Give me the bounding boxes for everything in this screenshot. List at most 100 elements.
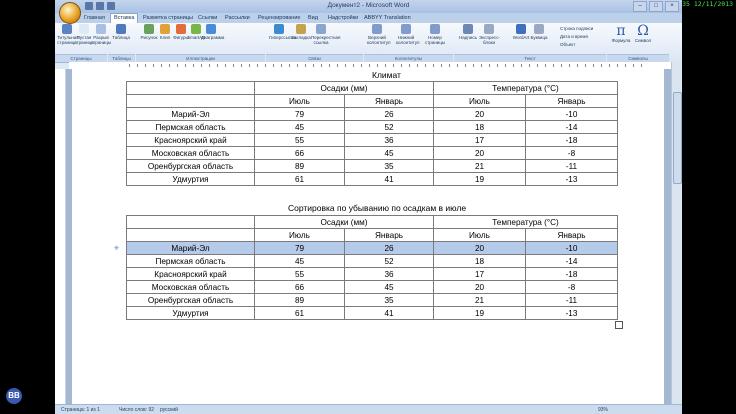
ribbon-button-table[interactable]: Таблица (111, 24, 131, 40)
table-cell[interactable]: 55 (254, 133, 345, 147)
table-row[interactable]: Пермская область 45 52 18 -14 (126, 254, 619, 268)
language-indicator[interactable]: русский (160, 407, 178, 413)
table-cell[interactable]: 45 (344, 146, 434, 160)
table-header-cell[interactable]: Осадки (мм) (254, 215, 434, 229)
object-button[interactable]: Объект (560, 42, 575, 47)
ribbon-button-quick-parts[interactable]: Экспресс-блоки (479, 24, 500, 45)
vertical-scrollbar[interactable] (671, 62, 682, 404)
table-cell[interactable]: Марий-Эл (126, 107, 255, 121)
maximize-button[interactable]: □ (649, 1, 663, 12)
table-row[interactable]: Оренбургская область 89 35 21 -11 (126, 159, 619, 173)
sorted-climate-table[interactable]: Осадки (мм) Температура (°С) Июль Январь Июл… (126, 215, 619, 320)
table-cell[interactable]: Пермская область (126, 254, 255, 268)
table-cell[interactable]: Красноярский край (126, 133, 255, 147)
page-count[interactable]: Страница: 1 из 1 (61, 407, 100, 413)
table-row[interactable]: Красноярский край 55 36 17 -18 (126, 267, 619, 281)
scrollbar-thumb[interactable] (673, 92, 682, 184)
table-cell[interactable]: -10 (524, 241, 619, 255)
zoom-level[interactable]: 93% (598, 407, 608, 413)
table-move-handle-icon[interactable]: ⌖ (114, 243, 119, 254)
table-cell[interactable]: 61 (254, 306, 345, 320)
table-header-cell[interactable]: Июль (433, 94, 526, 108)
table-cell[interactable]: -13 (524, 172, 619, 186)
ribbon-button-header[interactable]: Верхний колонтитул (367, 24, 391, 45)
table-cell[interactable]: 89 (254, 159, 345, 173)
table-cell[interactable]: 89 (254, 293, 345, 307)
table-cell[interactable]: -18 (524, 133, 619, 147)
table-cell[interactable]: 19 (433, 306, 526, 320)
table-cell[interactable]: 79 (254, 241, 345, 255)
table-cell[interactable]: Марий-Эл (126, 241, 255, 255)
tab-home[interactable]: Главная (84, 14, 105, 23)
table-cell[interactable]: -8 (524, 280, 619, 294)
table-row[interactable]: Марий-Эл 79 26 20 -10 (126, 241, 619, 255)
office-button[interactable] (59, 2, 81, 24)
table-cell[interactable]: 17 (433, 133, 526, 147)
climate-table[interactable]: Осадки (мм) Температура (°С) Июль Январь Июл… (126, 81, 619, 186)
table-cell[interactable]: 26 (344, 241, 434, 255)
table-cell[interactable]: 20 (433, 280, 526, 294)
table-cell[interactable]: Красноярский край (126, 267, 255, 281)
table-cell[interactable]: 36 (344, 133, 434, 147)
tab-page-layout[interactable]: Разметка страницы (143, 14, 193, 23)
table-cell[interactable]: 17 (433, 267, 526, 281)
tab-references[interactable]: Ссылки (198, 14, 217, 23)
ribbon-button-page-break[interactable]: Разрыв страницы (91, 24, 111, 45)
ribbon-button-bookmark[interactable]: Закладка (291, 24, 311, 40)
table-cell[interactable]: 18 (433, 254, 526, 268)
table-header-cell[interactable]: Январь (524, 94, 619, 108)
table-header-cell[interactable]: Температура (°С) (432, 81, 619, 95)
table-cell[interactable]: 36 (344, 267, 434, 281)
table-row[interactable]: Московская область 66 45 20 -8 (126, 146, 619, 160)
table-cell[interactable]: -13 (524, 306, 619, 320)
table-cell[interactable]: 61 (254, 172, 345, 186)
table-cell[interactable]: -10 (524, 107, 619, 121)
table-cell[interactable]: 79 (254, 107, 345, 121)
table-row[interactable]: Московская область 66 45 20 -8 (126, 280, 619, 294)
ribbon-button-page-number[interactable]: Номер страницы (425, 24, 445, 45)
ribbon-button-hyperlink[interactable]: Гиперссылка (269, 24, 296, 40)
tab-review[interactable]: Рецензирование (258, 14, 300, 23)
table-cell[interactable]: 21 (433, 293, 526, 307)
vertical-ruler[interactable] (55, 69, 66, 404)
tab-addins[interactable]: Надстройки (328, 14, 358, 23)
table-header-cell[interactable]: Январь (344, 94, 434, 108)
table-row[interactable]: Оренбургская область 89 35 21 -11 (126, 293, 619, 307)
table-cell[interactable]: 66 (254, 280, 345, 294)
table-cell[interactable]: 45 (254, 120, 345, 134)
table-cell[interactable]: Удмуртия (126, 306, 255, 320)
table-cell[interactable]: Оренбургская область (126, 293, 255, 307)
table-cell[interactable]: -11 (524, 159, 619, 173)
table-row[interactable]: Удмуртия 61 41 19 -13 (126, 172, 619, 186)
table-cell[interactable]: Московская область (126, 146, 255, 160)
table-cell[interactable]: 41 (344, 172, 434, 186)
table-header-cell[interactable]: Температура (°С) (432, 215, 619, 229)
table-cell[interactable]: 19 (433, 172, 526, 186)
table-cell[interactable]: 20 (433, 107, 526, 121)
table-header-cell[interactable]: Июль (254, 228, 345, 242)
table-header-cell[interactable]: Осадки (мм) (254, 81, 434, 95)
word-count[interactable]: Число слов: 92 (119, 407, 154, 413)
tab-mailings[interactable]: Рассылки (225, 14, 250, 23)
table-header-cell[interactable] (126, 228, 255, 242)
table-cell[interactable]: 35 (344, 293, 434, 307)
ribbon-button-text-box[interactable]: Надпись (458, 24, 478, 40)
table-cell[interactable]: 55 (254, 267, 345, 281)
table-cell[interactable]: -11 (524, 293, 619, 307)
table-cell[interactable]: -18 (524, 267, 619, 281)
table-header-cell[interactable]: Июль (254, 94, 345, 108)
table-cell[interactable]: 21 (433, 159, 526, 173)
table-cell[interactable]: -8 (524, 146, 619, 160)
table-cell[interactable]: 45 (254, 254, 345, 268)
table-cell[interactable]: Удмуртия (126, 172, 255, 186)
table-cell[interactable]: -14 (524, 120, 619, 134)
signature-line-button[interactable]: Строка подписи (560, 26, 593, 31)
symbol-button[interactable]: Ω Символ (632, 24, 654, 43)
table-cell[interactable]: 41 (344, 306, 434, 320)
table-resize-handle-icon[interactable] (615, 321, 623, 329)
table-header-cell[interactable] (126, 215, 255, 229)
tab-view[interactable]: Вид (308, 14, 318, 23)
table-cell[interactable]: Московская область (126, 280, 255, 294)
table-header-cell[interactable] (126, 81, 255, 95)
table-row[interactable]: Марий-Эл 79 26 20 -10 (126, 107, 619, 121)
